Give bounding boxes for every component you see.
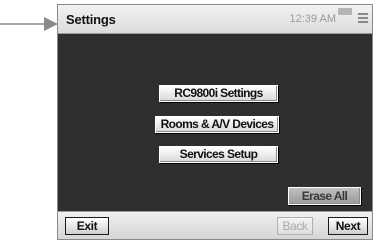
exit-button[interactable]: Exit bbox=[65, 217, 109, 235]
title-bar: Settings 12:39 AM bbox=[58, 5, 372, 34]
rc9800i-settings-button[interactable]: RC9800i Settings bbox=[159, 85, 278, 102]
clock-display: 12:39 AM bbox=[289, 13, 336, 25]
page-title: Settings bbox=[66, 12, 116, 27]
bottom-bar: Exit Back Next bbox=[58, 211, 372, 239]
pointer-arrow-icon bbox=[0, 17, 58, 31]
erase-all-button[interactable]: Erase All bbox=[288, 187, 361, 205]
battery-icon bbox=[338, 8, 352, 15]
back-button[interactable]: Back bbox=[277, 217, 313, 235]
settings-panel: RC9800i Settings Rooms & A/V Devices Ser… bbox=[58, 34, 372, 211]
screenshot-root: Settings 12:39 AM RC9800i Settings Rooms… bbox=[0, 0, 375, 243]
rooms-av-devices-button[interactable]: Rooms & A/V Devices bbox=[155, 116, 279, 133]
services-setup-button[interactable]: Services Setup bbox=[159, 146, 278, 163]
next-button[interactable]: Next bbox=[328, 217, 368, 235]
menu-icon[interactable] bbox=[358, 13, 368, 25]
